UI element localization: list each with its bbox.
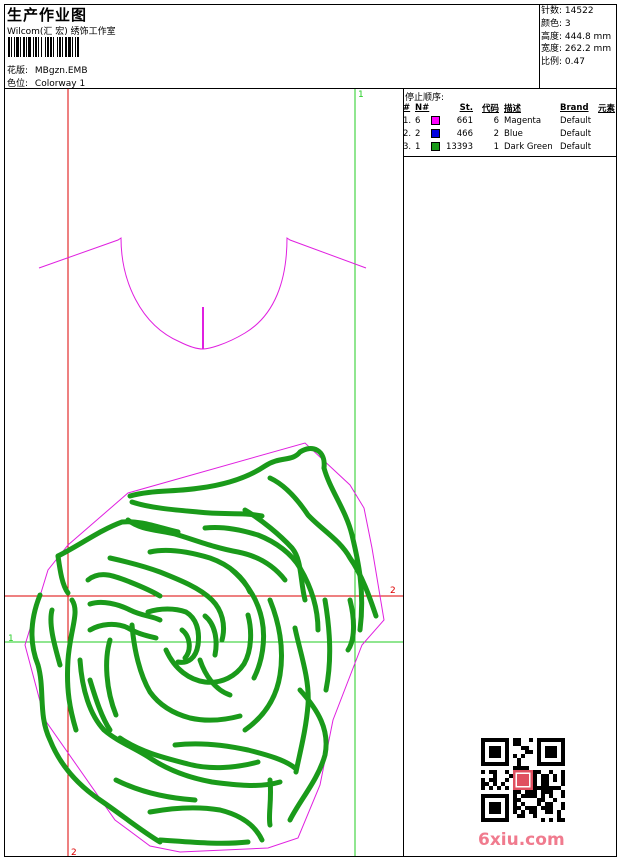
red-guide-label-bottom: 2 [71, 848, 77, 858]
green-guide-label-top: 1 [358, 90, 364, 100]
watermark-text: 6xiu.com [478, 830, 565, 850]
red-guide-label-right: 2 [390, 586, 396, 596]
design-canvas: 2 2 1 1 [5, 89, 403, 858]
flower-stitches [29, 446, 379, 846]
neckline-outline [38, 237, 367, 350]
qr-code-icon [481, 738, 565, 822]
green-guide-label-left: 1 [8, 634, 14, 644]
